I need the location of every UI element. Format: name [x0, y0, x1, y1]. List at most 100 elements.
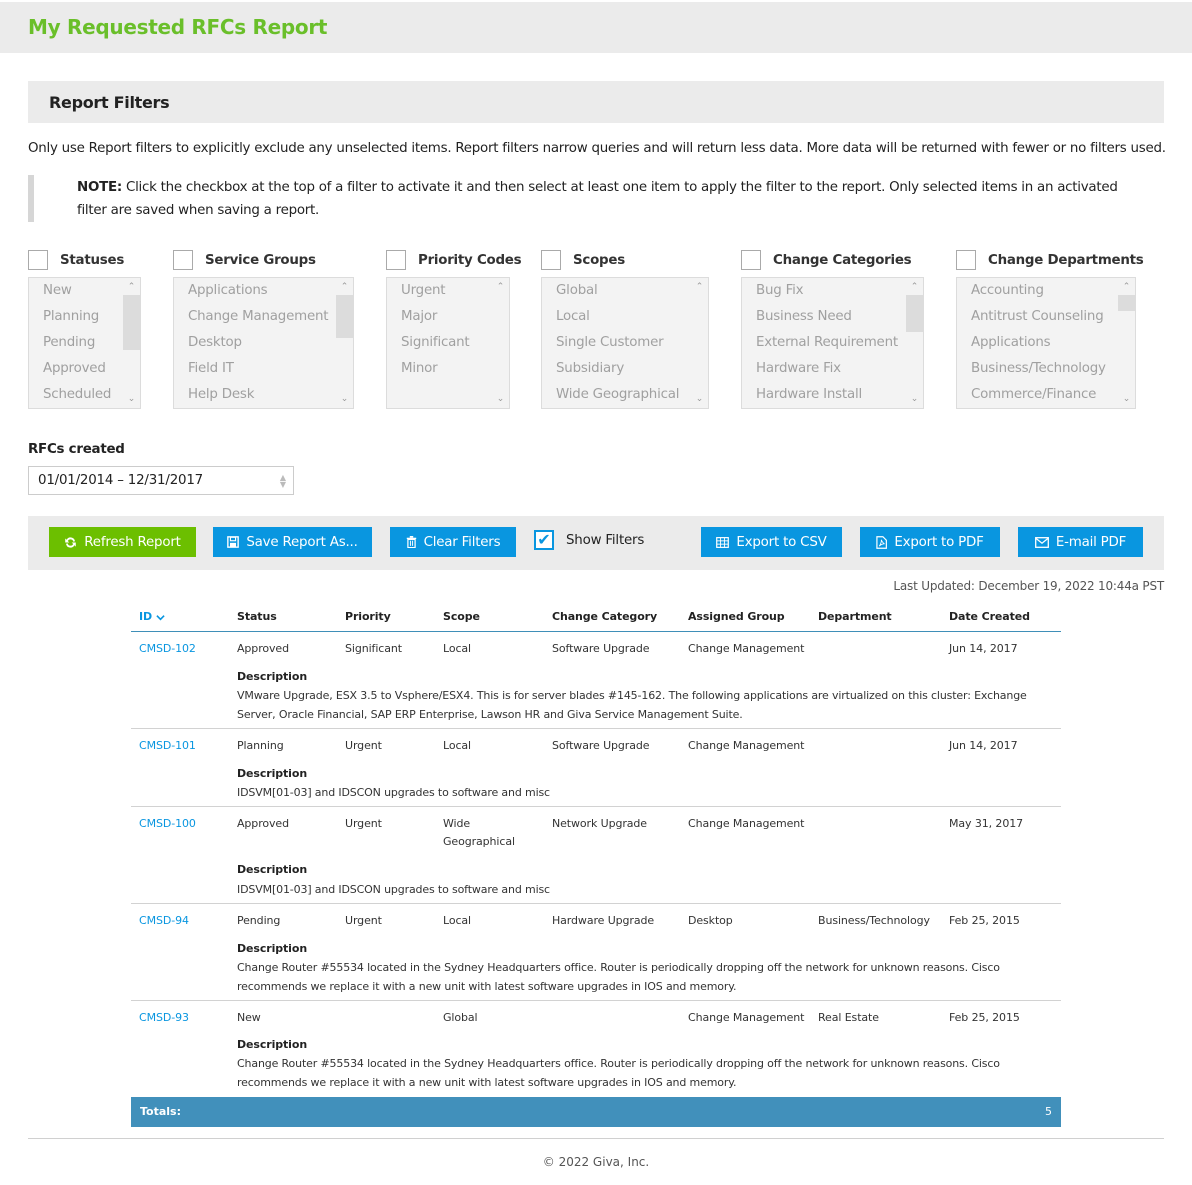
scroll-down-icon[interactable]: ⌄ [691, 391, 708, 407]
filter-option[interactable]: Local [542, 304, 708, 330]
save-icon [227, 536, 240, 548]
filter-change-categories-list[interactable]: Bug Fix Business Need External Requireme… [741, 277, 924, 409]
filter-change-categories: Change Categories Bug Fix Business Need … [741, 250, 924, 409]
filter-priority-codes-list[interactable]: Urgent Major Significant Minor ⌃ ⌄ [386, 277, 510, 409]
filter-option[interactable]: Antitrust Counseling [957, 304, 1135, 330]
filter-scopes-list[interactable]: Global Local Single Customer Subsidiary … [541, 277, 709, 409]
rfc-id-link[interactable]: CMSD-94 [139, 912, 189, 930]
filter-option[interactable]: Business/Technology [957, 356, 1135, 382]
scrollbar[interactable]: ⌃ ⌄ [336, 278, 353, 408]
filter-option[interactable]: Field IT [174, 356, 353, 382]
cell-change-category: Software Upgrade [552, 739, 650, 752]
filter-option[interactable]: Commerce/Finance [957, 382, 1135, 408]
cell-status: Approved [237, 642, 289, 655]
rfc-id-link[interactable]: CMSD-102 [139, 640, 196, 658]
filter-priority-codes-checkbox[interactable] [386, 250, 406, 270]
filter-option[interactable]: Minor [387, 356, 509, 382]
filter-option[interactable]: Accounting [957, 278, 1135, 304]
clear-filters-button[interactable]: Clear Filters [390, 527, 516, 557]
filter-option[interactable]: Hardware Fix [742, 356, 923, 382]
filter-option[interactable]: Urgent [387, 278, 509, 304]
report-table: ID Status Priority Scope Change Category… [131, 604, 1061, 1095]
filter-option[interactable]: Wide Geographical [542, 382, 708, 408]
pdf-file-icon [876, 535, 888, 549]
scroll-up-icon[interactable]: ⌃ [336, 279, 353, 295]
filter-option[interactable]: Hardware Install [742, 382, 923, 408]
column-header-status[interactable]: Status [237, 610, 277, 623]
filter-change-departments-checkbox[interactable] [956, 250, 976, 270]
filter-service-groups-checkbox[interactable] [173, 250, 193, 270]
scroll-up-icon[interactable]: ⌃ [691, 279, 708, 295]
scrollbar-thumb[interactable] [336, 295, 353, 338]
filter-option[interactable]: Change Management [174, 304, 353, 330]
filter-change-departments-list[interactable]: Accounting Antitrust Counseling Applicat… [956, 277, 1136, 409]
scroll-up-icon[interactable]: ⌃ [906, 279, 923, 295]
scrollbar-thumb[interactable] [1118, 295, 1135, 311]
filter-option[interactable]: External Requirement [742, 330, 923, 356]
scroll-down-icon[interactable]: ⌄ [336, 391, 353, 407]
filter-option[interactable]: Major [387, 304, 509, 330]
cell-status: Planning [237, 739, 284, 752]
column-header-date-created[interactable]: Date Created [949, 610, 1030, 623]
show-filters-toggle[interactable]: ✔ Show Filters [534, 530, 644, 550]
rfc-id-link[interactable]: CMSD-101 [139, 737, 196, 755]
refresh-report-button[interactable]: Refresh Report [49, 527, 196, 557]
filter-option[interactable]: Significant [387, 330, 509, 356]
column-header-department[interactable]: Department [818, 610, 892, 623]
scroll-up-icon[interactable]: ⌃ [1118, 279, 1135, 295]
scroll-up-icon[interactable]: ⌃ [492, 279, 509, 295]
show-filters-checkbox[interactable]: ✔ [534, 530, 554, 550]
scrollbar-thumb[interactable] [906, 295, 923, 332]
report-filters-header: Report Filters [28, 81, 1164, 123]
scrollbar[interactable]: ⌃ ⌄ [123, 278, 140, 408]
scroll-down-icon[interactable]: ⌄ [123, 391, 140, 407]
filter-option[interactable]: Subsidiary [542, 356, 708, 382]
rfc-id-link[interactable]: CMSD-100 [139, 815, 196, 833]
filter-option[interactable]: Desktop [174, 330, 353, 356]
description-text: VMware Upgrade, ESX 3.5 to Vsphere/ESX4.… [237, 689, 1027, 721]
scroll-down-icon[interactable]: ⌄ [1118, 391, 1135, 407]
cell-change-category: Network Upgrade [552, 817, 647, 830]
email-pdf-button[interactable]: E-mail PDF [1018, 527, 1143, 557]
filter-statuses-checkbox[interactable] [28, 250, 48, 270]
column-header-priority[interactable]: Priority [345, 610, 391, 623]
rfc-id-link[interactable]: CMSD-93 [139, 1009, 189, 1027]
column-header-change-category[interactable]: Change Category [552, 610, 657, 623]
table-header: ID Status Priority Scope Change Category… [131, 604, 1061, 632]
filter-option[interactable]: Help Desk [174, 382, 353, 408]
scroll-down-icon[interactable]: ⌄ [906, 391, 923, 407]
filter-option[interactable]: Applications [957, 330, 1135, 356]
scrollbar[interactable]: ⌃ ⌄ [691, 278, 708, 408]
scrollbar[interactable]: ⌃ ⌄ [906, 278, 923, 408]
filter-option[interactable]: Applications [174, 278, 353, 304]
rfcs-created-date-range-input[interactable]: 01/01/2014 – 12/31/2017 ▲ ▼ [28, 466, 294, 495]
cell-assigned-group: Change Management [688, 642, 805, 655]
filter-change-categories-checkbox[interactable] [741, 250, 761, 270]
cell-date-created: Feb 25, 2015 [949, 914, 1020, 927]
filter-option[interactable]: Bug Fix [742, 278, 923, 304]
table-row: CMSD-100 Approved Urgent Wide Geographic… [131, 807, 1061, 904]
description-text: IDSVM[01-03] and IDSCON upgrades to soft… [237, 883, 550, 896]
filter-statuses-list[interactable]: New Planning Pending Approved Scheduled … [28, 277, 141, 409]
export-csv-button[interactable]: Export to CSV [701, 527, 842, 557]
cell-status: Approved [237, 817, 289, 830]
report-toolbar: Refresh Report Save Report As... Clear F… [28, 516, 1164, 570]
column-header-assigned-group[interactable]: Assigned Group [688, 610, 785, 623]
export-pdf-button[interactable]: Export to PDF [860, 527, 1000, 557]
scrollbar[interactable]: ⌃ ⌄ [1118, 278, 1135, 408]
scrollbar[interactable]: ⌃ ⌄ [492, 278, 509, 408]
filter-scopes-checkbox[interactable] [541, 250, 561, 270]
spinner-icon[interactable]: ▲ ▼ [280, 474, 286, 489]
filter-option[interactable]: Global [542, 278, 708, 304]
filter-option[interactable]: Single Customer [542, 330, 708, 356]
filter-service-groups-list[interactable]: Applications Change Management Desktop F… [173, 277, 354, 409]
save-report-as-button[interactable]: Save Report As... [213, 527, 372, 557]
column-header-scope[interactable]: Scope [443, 610, 480, 623]
scroll-up-icon[interactable]: ⌃ [123, 279, 140, 295]
scrollbar-thumb[interactable] [123, 295, 140, 350]
rfcs-created-label: RFCs created [28, 442, 125, 457]
filter-option[interactable]: Business Need [742, 304, 923, 330]
scroll-down-icon[interactable]: ⌄ [492, 391, 509, 407]
note-body: Click the checkbox at the top of a filte… [77, 180, 1118, 218]
column-header-id[interactable]: ID [139, 610, 165, 623]
